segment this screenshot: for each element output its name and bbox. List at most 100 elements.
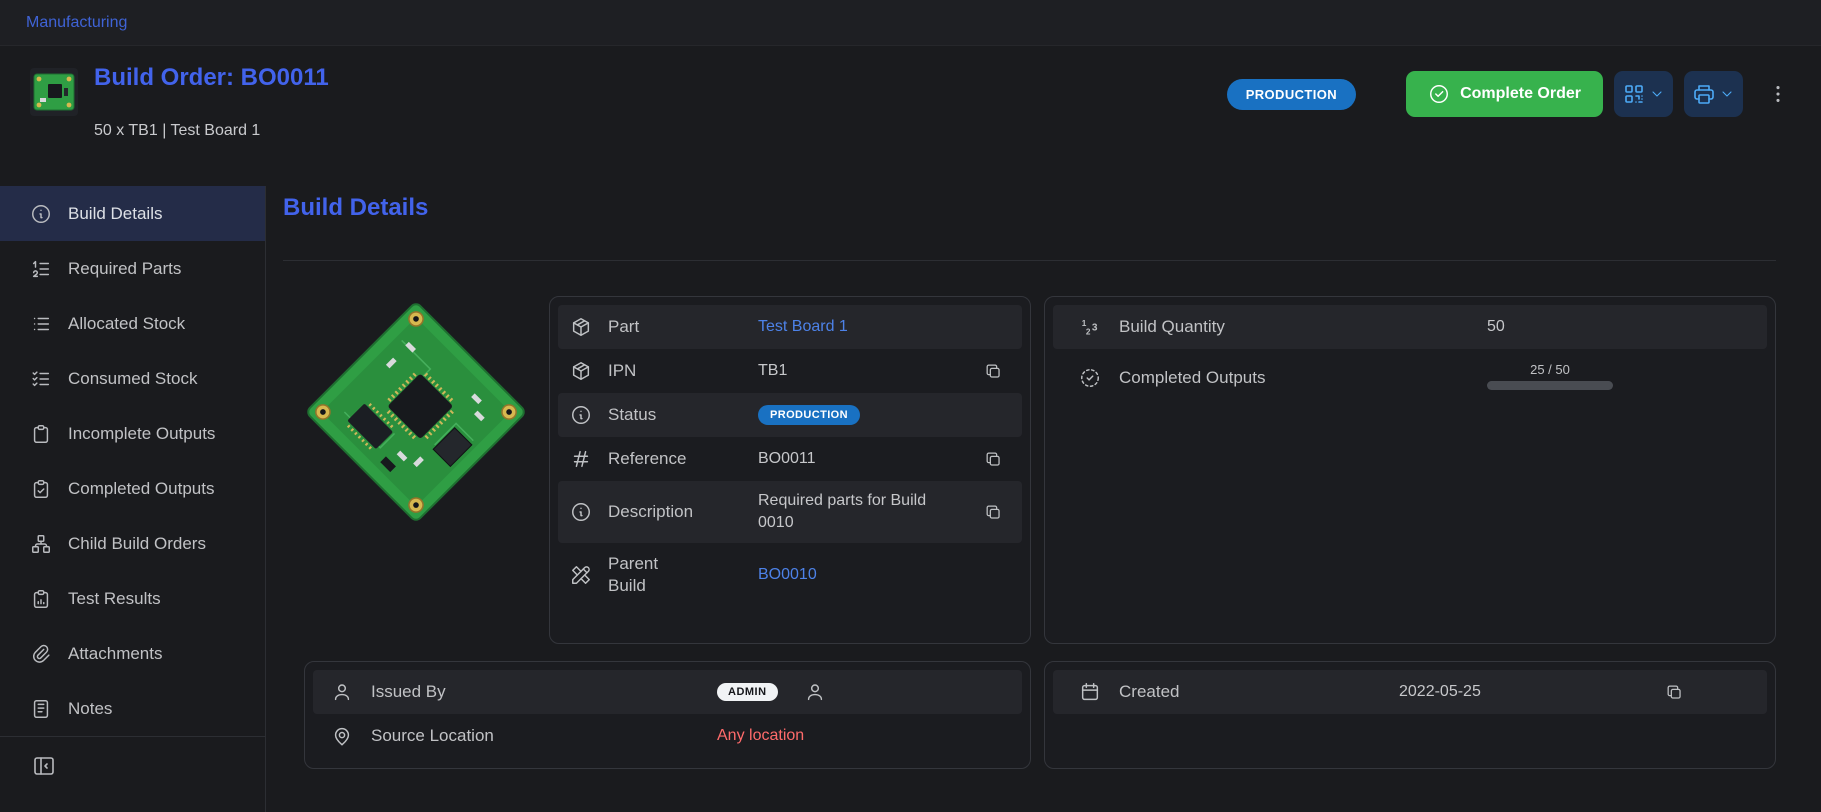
header-controls: PRODUCTION Complete Order bbox=[1227, 71, 1793, 117]
more-actions-button[interactable] bbox=[1763, 71, 1793, 117]
main-content: Build Details bbox=[267, 186, 1821, 812]
qrcode-icon bbox=[1622, 82, 1646, 106]
created-panel: Created 2022-05-25 bbox=[1044, 661, 1776, 769]
info-circle-icon bbox=[30, 203, 52, 225]
copy-button[interactable] bbox=[978, 356, 1008, 386]
printer-icon bbox=[1692, 82, 1716, 106]
created-value: 2022-05-25 bbox=[1399, 683, 1659, 701]
label-issued-by: Issued By bbox=[371, 682, 717, 702]
sidebar-item-attachments[interactable]: Attachments bbox=[0, 626, 265, 681]
sidebar-item-label: Notes bbox=[68, 699, 112, 719]
breadcrumb-manufacturing-link[interactable]: Manufacturing bbox=[26, 14, 127, 32]
sidebar-footer bbox=[0, 736, 265, 783]
sidebar-item-required-parts[interactable]: Required Parts bbox=[0, 241, 265, 296]
clipboard-icon bbox=[30, 423, 52, 445]
parent-build-link[interactable]: BO0010 bbox=[758, 566, 978, 584]
progress-bar bbox=[1487, 381, 1613, 390]
complete-order-button[interactable]: Complete Order bbox=[1406, 71, 1603, 117]
package-icon bbox=[570, 316, 608, 338]
map-pin-icon bbox=[331, 725, 371, 747]
print-actions-button[interactable] bbox=[1684, 71, 1743, 117]
list-numbers-icon bbox=[30, 258, 52, 280]
part-link[interactable]: Test Board 1 bbox=[758, 318, 978, 336]
sidebar-collapse-icon[interactable] bbox=[32, 754, 56, 778]
detail-row-part: Part Test Board 1 bbox=[558, 305, 1022, 349]
paperclip-icon bbox=[30, 643, 52, 665]
part-thumbnail[interactable] bbox=[30, 68, 78, 116]
label-created: Created bbox=[1119, 682, 1399, 702]
row-source-location: Source Location Any location bbox=[313, 714, 1022, 758]
stat-label-completed-outputs: Completed Outputs bbox=[1119, 368, 1487, 388]
sidebar-item-label: Child Build Orders bbox=[68, 534, 206, 554]
hash-icon bbox=[570, 448, 608, 470]
detail-row-status: Status PRODUCTION bbox=[558, 393, 1022, 437]
info-circle-icon bbox=[570, 501, 608, 523]
reference-value: BO0011 bbox=[758, 450, 978, 468]
admin-badge: ADMIN bbox=[717, 683, 778, 701]
svg-text:2: 2 bbox=[1086, 327, 1091, 336]
sidebar-item-completed-outputs[interactable]: Completed Outputs bbox=[0, 461, 265, 516]
build-stats-panel: 1 2 3 Build Quantity 50 Completed Output… bbox=[1044, 296, 1776, 644]
completed-outputs-progress: 25 / 50 bbox=[1487, 362, 1613, 390]
clipboard-data-icon bbox=[30, 588, 52, 610]
status-badge: PRODUCTION bbox=[1227, 79, 1356, 110]
chevron-down-icon bbox=[1719, 86, 1735, 102]
detail-label-description: Description bbox=[608, 502, 758, 522]
row-issued-by: Issued By ADMIN bbox=[313, 670, 1022, 714]
sidebar-item-build-details[interactable]: Build Details bbox=[0, 186, 265, 241]
detail-row-parent-build: Parent Build BO0010 bbox=[558, 543, 1022, 607]
sidebar-item-child-build-orders[interactable]: Child Build Orders bbox=[0, 516, 265, 571]
circle-check-icon bbox=[1428, 83, 1450, 105]
sidebar-item-notes[interactable]: Notes bbox=[0, 681, 265, 736]
svg-text:3: 3 bbox=[1092, 323, 1098, 334]
pcb-thumbnail-image bbox=[30, 68, 78, 116]
numbers-123-icon: 1 2 3 bbox=[1079, 316, 1119, 338]
sidebar-item-label: Allocated Stock bbox=[68, 314, 185, 334]
part-image[interactable] bbox=[300, 296, 532, 528]
detail-label-ipn: IPN bbox=[608, 361, 758, 381]
issued-panel: Issued By ADMIN Source Location Any loca… bbox=[304, 661, 1031, 769]
barcode-actions-button[interactable] bbox=[1614, 71, 1673, 117]
copy-button[interactable] bbox=[1659, 677, 1689, 707]
sidebar-item-consumed-stock[interactable]: Consumed Stock bbox=[0, 351, 265, 406]
sidebar-item-label: Completed Outputs bbox=[68, 479, 214, 499]
detail-label-parent-build: Parent Build bbox=[608, 553, 680, 597]
sidebar-item-allocated-stock[interactable]: Allocated Stock bbox=[0, 296, 265, 351]
page-header: Build Order: BO0011 50 x TB1 | Test Boar… bbox=[0, 46, 1821, 164]
pcb-image bbox=[301, 297, 530, 526]
build-quantity-value: 50 bbox=[1487, 318, 1755, 336]
sidebar: Build Details Required Parts Allocated S… bbox=[0, 186, 266, 812]
sidebar-item-test-results[interactable]: Test Results bbox=[0, 571, 265, 626]
package-icon bbox=[570, 360, 608, 382]
user-avatar-icon bbox=[804, 681, 826, 703]
sidebar-item-label: Build Details bbox=[68, 204, 163, 224]
build-details-panel: Part Test Board 1 IPN TB1 Status PRODUCT… bbox=[549, 296, 1031, 644]
label-source-location: Source Location bbox=[371, 726, 717, 746]
progress-check-icon bbox=[1079, 367, 1119, 389]
panel-heading: Build Details bbox=[283, 194, 428, 222]
stat-row-build-quantity: 1 2 3 Build Quantity 50 bbox=[1053, 305, 1767, 349]
ipn-value: TB1 bbox=[758, 362, 978, 380]
complete-order-label: Complete Order bbox=[1460, 85, 1581, 103]
detail-label-reference: Reference bbox=[608, 449, 758, 469]
sidebar-item-incomplete-outputs[interactable]: Incomplete Outputs bbox=[0, 406, 265, 461]
copy-button[interactable] bbox=[978, 444, 1008, 474]
detail-label-status: Status bbox=[608, 405, 758, 425]
copy-icon bbox=[1665, 683, 1684, 702]
source-location-value: Any location bbox=[717, 727, 1010, 745]
copy-icon bbox=[984, 503, 1003, 522]
detail-row-ipn: IPN TB1 bbox=[558, 349, 1022, 393]
info-circle-icon bbox=[570, 404, 608, 426]
clipboard-check-icon bbox=[30, 478, 52, 500]
dots-vertical-icon bbox=[1767, 83, 1789, 105]
calendar-icon bbox=[1079, 681, 1119, 703]
chevron-down-icon bbox=[1649, 86, 1665, 102]
sitemap-icon bbox=[30, 533, 52, 555]
sidebar-item-label: Incomplete Outputs bbox=[68, 424, 215, 444]
tools-icon bbox=[570, 564, 608, 586]
sidebar-item-label: Attachments bbox=[68, 644, 163, 664]
status-badge: PRODUCTION bbox=[758, 405, 860, 425]
copy-button[interactable] bbox=[978, 497, 1008, 527]
row-created: Created 2022-05-25 bbox=[1053, 670, 1767, 714]
sidebar-item-label: Consumed Stock bbox=[68, 369, 197, 389]
